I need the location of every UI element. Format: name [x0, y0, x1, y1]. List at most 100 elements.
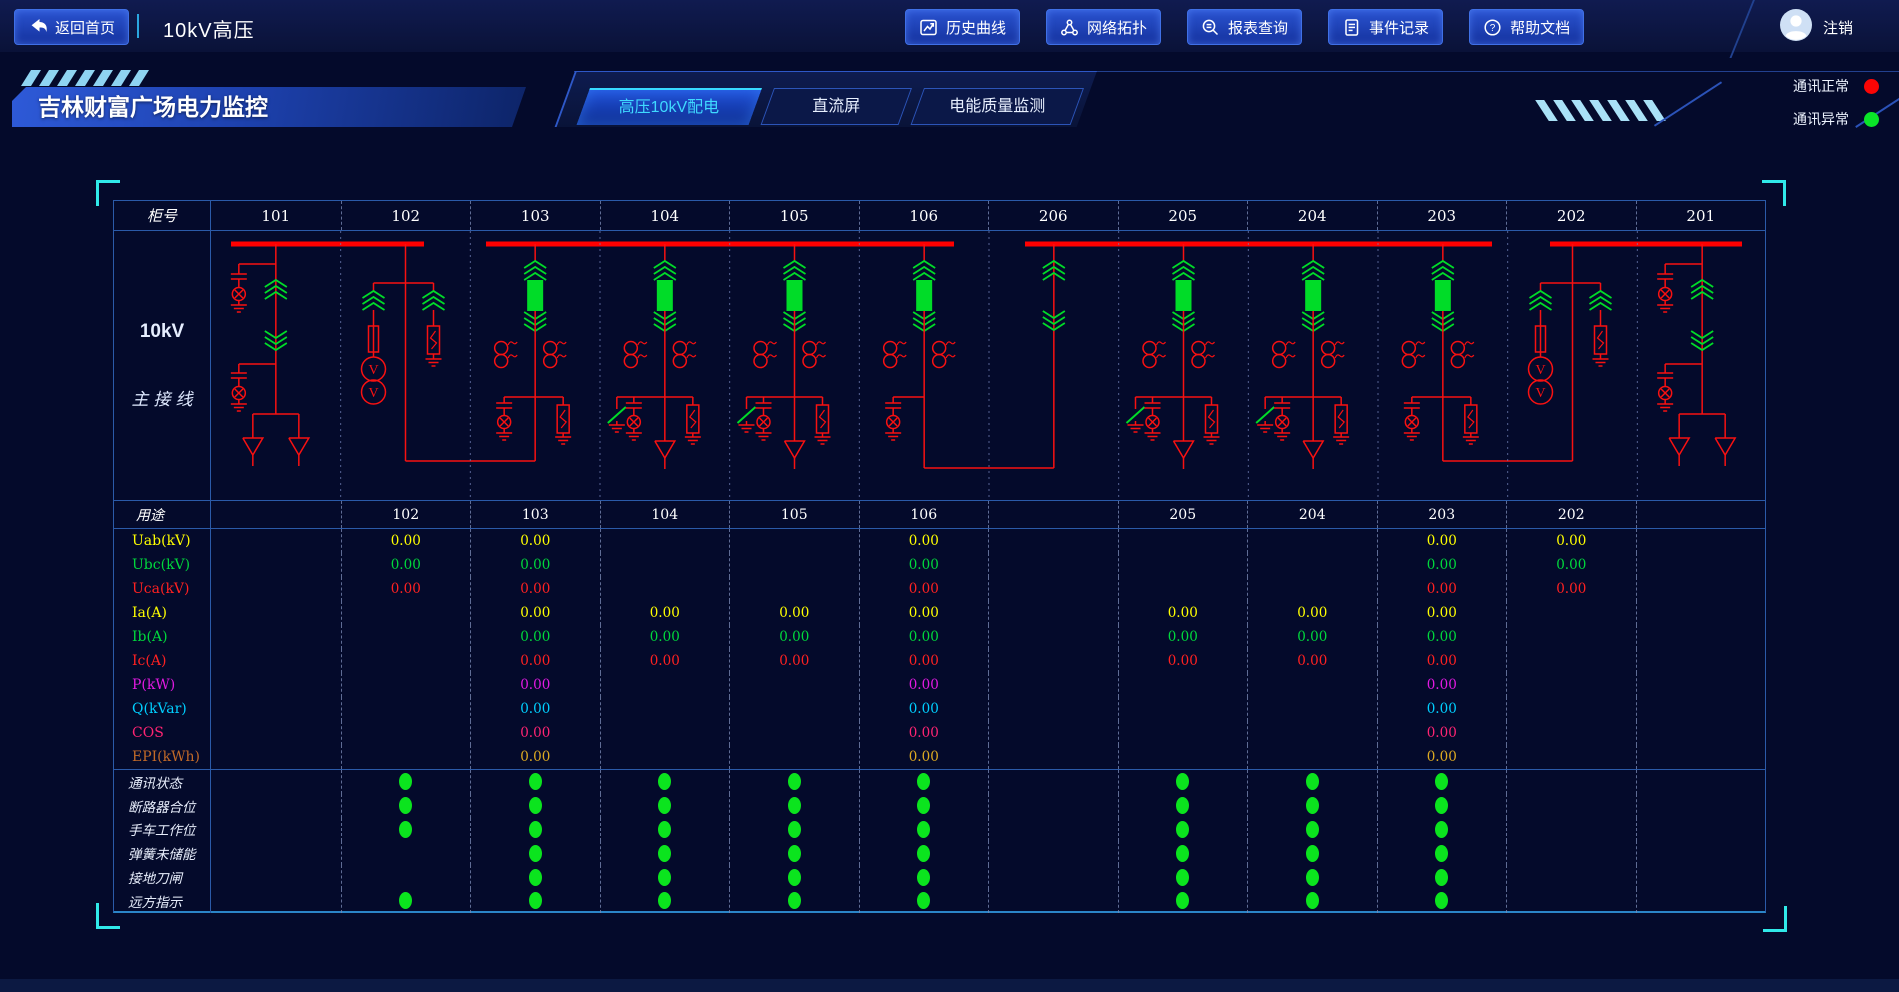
tab-直流屏[interactable]: 直流屏 — [761, 88, 912, 125]
diagram-label: 10kV 主接线 — [114, 231, 211, 500]
measure-value-cell — [600, 745, 730, 769]
status-cell — [341, 770, 471, 794]
status-dot-on — [399, 892, 412, 909]
status-cell — [600, 865, 730, 889]
status-dot-on — [529, 797, 542, 814]
measure-value-cell: 0.00 — [341, 529, 471, 553]
status-row: 断路器合位 — [114, 794, 1765, 818]
measure-value-cell: 0.00 — [1506, 529, 1636, 553]
help-doc-button[interactable]: ?帮助文档 — [1469, 9, 1584, 45]
status-cell — [1247, 794, 1377, 818]
status-dot-on — [917, 869, 930, 886]
status-dot-on — [1176, 821, 1189, 838]
cabinet-number-cell: 204 — [1247, 201, 1377, 230]
measure-value-cell: 0.00 — [1377, 721, 1507, 745]
status-dot-on — [788, 892, 801, 909]
measure-value-cell — [988, 721, 1118, 745]
measure-value-cell — [1636, 577, 1766, 601]
measure-value-cell — [729, 553, 859, 577]
status-dot-on — [788, 869, 801, 886]
status-dot-on — [1306, 892, 1319, 909]
measure-value-cell: 0.00 — [470, 721, 600, 745]
hazard-stripe — [129, 70, 149, 86]
diagonal-accent-left — [1654, 81, 1722, 126]
svg-text:V: V — [1535, 386, 1545, 401]
tab-电能质量监测[interactable]: 电能质量监测 — [911, 88, 1084, 125]
hazard-stripes-left — [26, 70, 144, 86]
status-cell — [988, 770, 1118, 794]
status-rows: 通讯状态断路器合位手车工作位弹簧未储能接地刀闸远方指示 — [114, 770, 1765, 913]
measure-value-cell — [211, 625, 341, 649]
status-cell — [1506, 794, 1636, 818]
status-dot-on — [1176, 797, 1189, 814]
status-cell — [341, 889, 471, 913]
status-cell — [1118, 794, 1248, 818]
measure-value-cell: 0.00 — [341, 577, 471, 601]
measure-value-cell — [729, 697, 859, 721]
status-row: 弹簧未储能 — [114, 841, 1765, 865]
measure-value-cell — [729, 673, 859, 697]
cabinet-number-cell: 103 — [470, 201, 600, 230]
status-cell — [729, 865, 859, 889]
usage-cell: 103 — [470, 501, 600, 528]
usage-cell: 105 — [729, 501, 859, 528]
report-query-button[interactable]: 报表查询 — [1187, 9, 1302, 45]
measure-value-cell: 0.00 — [859, 529, 989, 553]
status-dot-on — [399, 773, 412, 790]
status-dot-on — [1435, 892, 1448, 909]
nav-button-label: 帮助文档 — [1510, 17, 1570, 38]
status-row-label: 接地刀闸 — [114, 865, 211, 889]
single-line-diagram: VVVV — [211, 231, 1765, 500]
logout-button[interactable]: 注销 — [1823, 17, 1853, 38]
cabinet-number-cell: 205 — [1118, 201, 1248, 230]
measure-value-cell — [341, 625, 471, 649]
hazard-stripe — [21, 70, 41, 86]
status-dot-on — [658, 892, 671, 909]
measure-value-cell: 0.00 — [1506, 553, 1636, 577]
network-topology-button[interactable]: 网络拓扑 — [1046, 9, 1161, 45]
measure-value-cell — [1247, 529, 1377, 553]
measure-value-cell — [211, 577, 341, 601]
measure-row-label: EPI(kWh) — [114, 745, 211, 769]
status-cell — [211, 865, 341, 889]
status-dot-on — [529, 845, 542, 862]
measure-value-cell — [1118, 673, 1248, 697]
back-home-button[interactable]: 返回首页 — [14, 9, 129, 45]
measure-value-cell — [729, 745, 859, 769]
cabinet-number-cell: 104 — [600, 201, 730, 230]
measure-row: EPI(kWh)0.000.000.00 — [114, 745, 1765, 769]
measure-value-cell — [1506, 745, 1636, 769]
measure-value-cell — [341, 673, 471, 697]
measure-value-cell: 0.00 — [1506, 577, 1636, 601]
measure-value-cell: 0.00 — [859, 673, 989, 697]
tab-label: 直流屏 — [768, 89, 904, 124]
status-cell — [1377, 865, 1507, 889]
measure-value-cell — [988, 673, 1118, 697]
measure-value-cell: 0.00 — [1247, 625, 1377, 649]
measure-value-cell — [1636, 601, 1766, 625]
status-dot-on — [788, 821, 801, 838]
status-dot-on — [529, 773, 542, 790]
status-dot-on — [917, 845, 930, 862]
corner-bracket-bottom-right — [1763, 906, 1787, 932]
status-dot-on — [1306, 797, 1319, 814]
usage-cell: 202 — [1506, 501, 1636, 528]
measure-value-cell — [600, 673, 730, 697]
measure-row-label: Uca(kV) — [114, 577, 211, 601]
measure-row: Uab(kV)0.000.000.000.000.00 — [114, 529, 1765, 553]
measure-row-label: Ic(A) — [114, 649, 211, 673]
hazard-stripe — [39, 70, 59, 86]
status-dot-on — [658, 797, 671, 814]
status-cell — [211, 794, 341, 818]
measure-value-cell — [1636, 553, 1766, 577]
measure-value-cell — [1506, 625, 1636, 649]
measure-value-cell — [1247, 553, 1377, 577]
measurement-rows: Uab(kV)0.000.000.000.000.00Ubc(kV)0.000.… — [114, 529, 1765, 770]
tab-高压10kV配电[interactable]: 高压10kV配电 — [577, 88, 762, 125]
status-dot-on — [1435, 797, 1448, 814]
user-avatar-icon[interactable] — [1778, 7, 1814, 48]
measure-value-cell: 0.00 — [470, 625, 600, 649]
history-curve-button[interactable]: 历史曲线 — [905, 9, 1020, 45]
event-log-icon — [1342, 18, 1361, 37]
event-log-button[interactable]: 事件记录 — [1328, 9, 1443, 45]
